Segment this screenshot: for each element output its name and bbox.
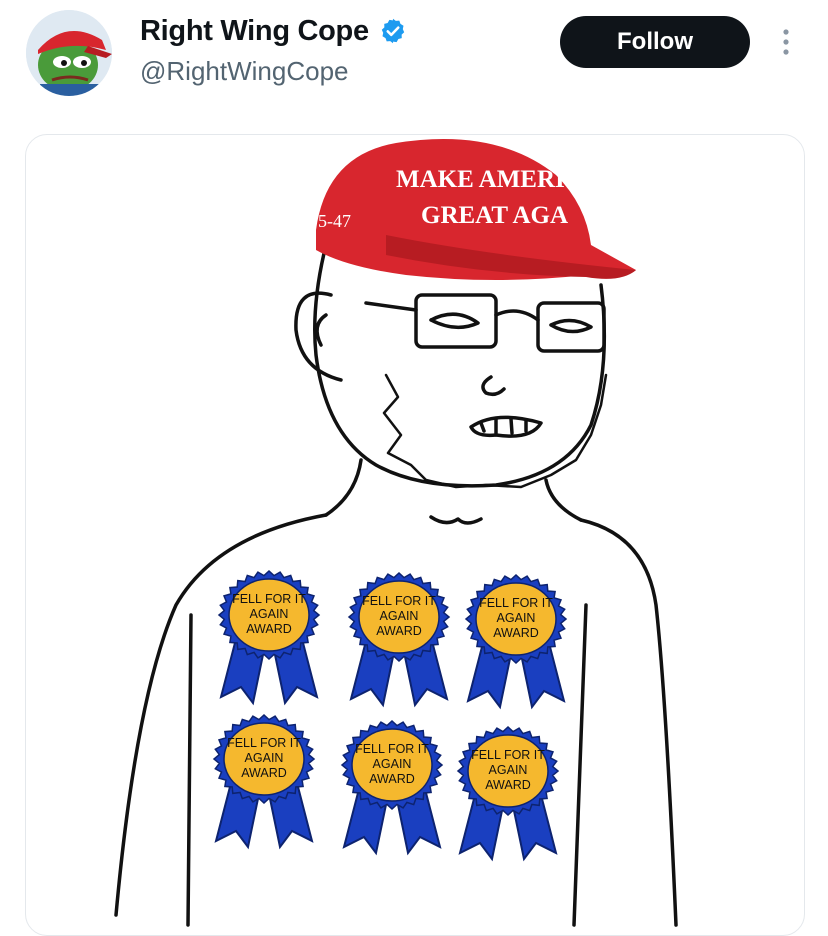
award-text-line: AWARD: [246, 622, 292, 636]
award-text-line: FELL FOR IT: [471, 748, 545, 762]
award-ribbon: FELL FOR ITAGAINAWARD: [212, 713, 316, 850]
award-text-line: AGAIN: [250, 607, 289, 621]
award-ribbon: FELL FOR ITAGAINAWARD: [340, 719, 444, 856]
award-text-line: AWARD: [241, 766, 287, 780]
award-text-line: FELL FOR IT: [232, 592, 306, 606]
award-text-line: AWARD: [485, 778, 531, 792]
award-ribbon: FELL FOR ITAGAINAWARD: [456, 725, 560, 862]
award-text-line: FELL FOR IT: [479, 596, 553, 610]
award-text-line: AGAIN: [380, 609, 419, 623]
user-info: Right Wing Cope @RightWingCope: [140, 10, 407, 87]
award-text-line: FELL FOR IT: [355, 742, 429, 756]
handle[interactable]: @RightWingCope: [140, 56, 407, 87]
post-header: Right Wing Cope @RightWingCope Follow: [0, 0, 828, 120]
award-text-line: AGAIN: [245, 751, 284, 765]
verified-badge-icon: [381, 18, 405, 44]
post-media[interactable]: MAKE AMERI GREAT AGA 5-47 FELL FOR IT AGA…: [25, 134, 805, 936]
more-vertical-icon[interactable]: [776, 24, 796, 60]
award-text-line: AWARD: [376, 624, 422, 638]
award-text-line: FELL FOR IT: [362, 594, 436, 608]
hat-text-line1: MAKE AMERI: [396, 166, 565, 193]
display-name-row: Right Wing Cope: [140, 10, 407, 52]
award-text-line: AWARD: [493, 626, 539, 640]
follow-button[interactable]: Follow: [560, 16, 750, 68]
meme-image: MAKE AMERI GREAT AGA 5-47 FELL FOR ITAGA…: [114, 139, 678, 927]
award-text-line: FELL FOR IT: [227, 736, 301, 750]
pepe-avatar-icon: [26, 10, 112, 96]
award-text-line: AGAIN: [497, 611, 536, 625]
avatar[interactable]: [26, 10, 112, 96]
awards-group: FELL FOR ITAGAINAWARDFELL FOR ITAGAINAWA…: [212, 569, 568, 862]
hat-side-text: 5-47: [318, 211, 351, 231]
display-name[interactable]: Right Wing Cope: [140, 15, 369, 48]
maga-hat: MAKE AMERI GREAT AGA 5-47: [316, 139, 636, 280]
award-ribbon: FELL FOR ITAGAINAWARD: [464, 573, 568, 710]
award-ribbon: FELL FOR ITAGAINAWARD: [347, 571, 451, 708]
award-ribbon: FELL FOR ITAGAINAWARD: [217, 569, 321, 706]
hat-text-line2: GREAT AGA: [421, 202, 568, 229]
award-text-line: AGAIN: [373, 757, 412, 771]
award-text-line: AWARD: [369, 772, 415, 786]
award-text-line: AGAIN: [489, 763, 528, 777]
